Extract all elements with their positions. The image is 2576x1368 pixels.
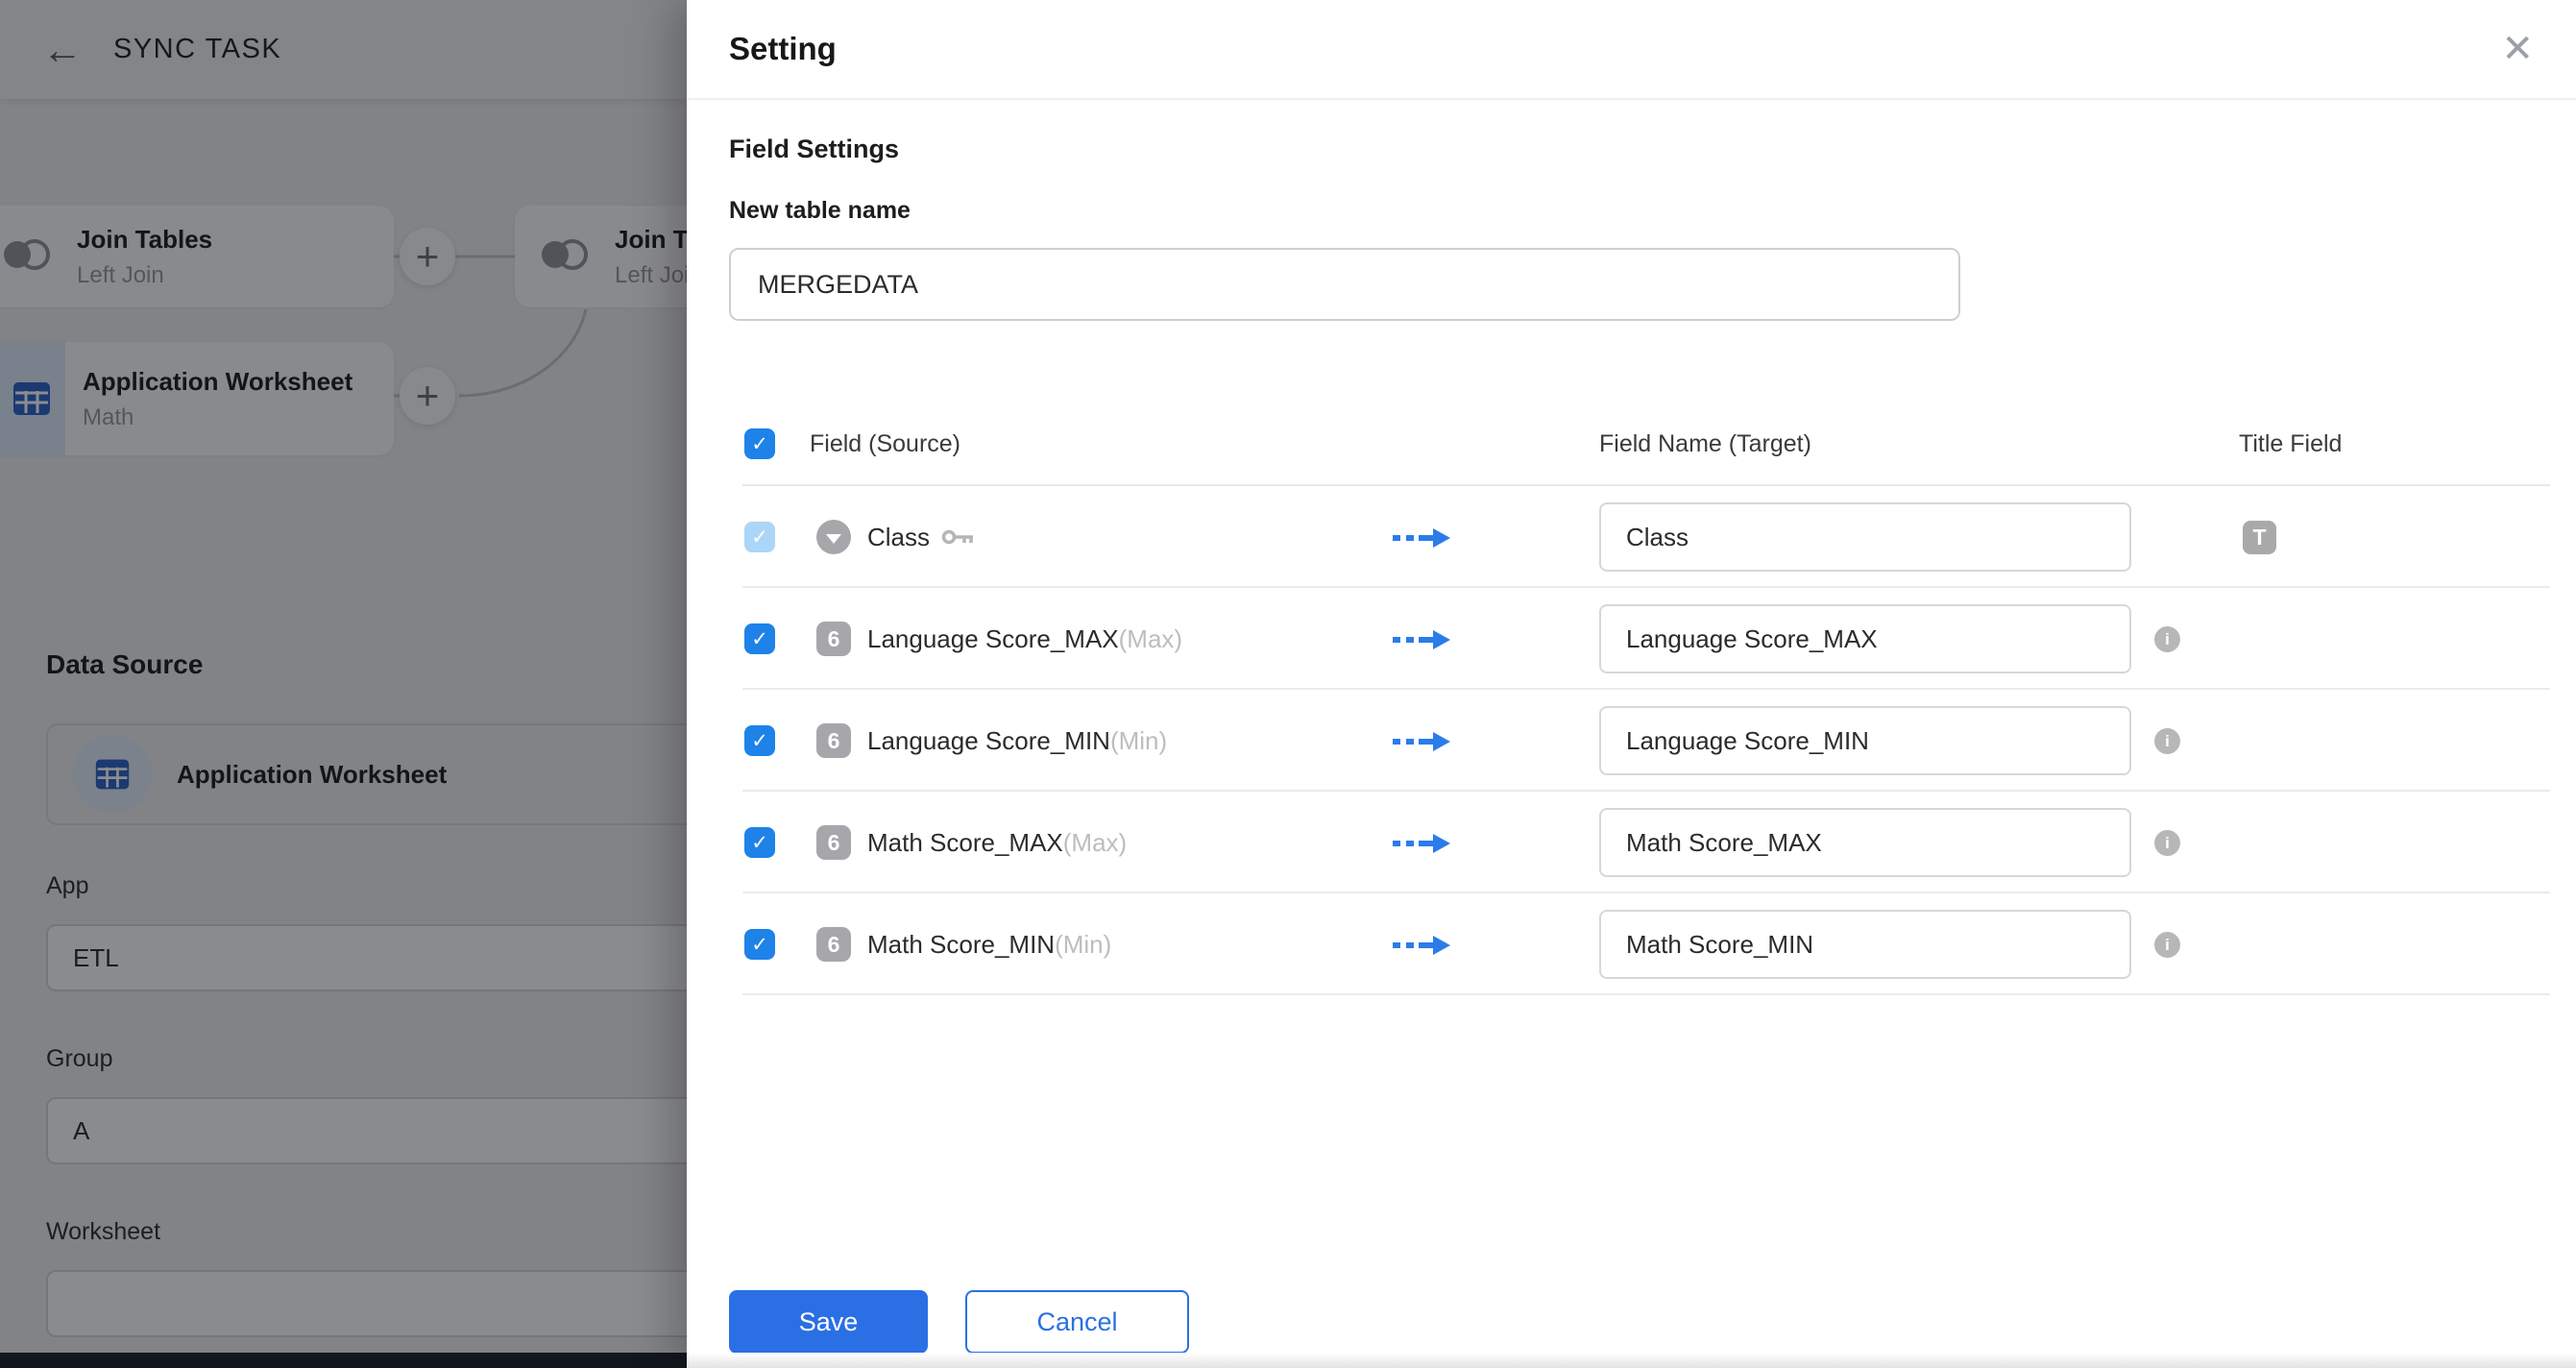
save-button[interactable]: Save	[729, 1290, 928, 1354]
map-arrow-icon	[1393, 525, 1454, 555]
row-checkbox[interactable]: ✓	[744, 827, 775, 858]
map-arrow-icon	[1393, 729, 1454, 759]
map-arrow-icon	[1393, 627, 1454, 657]
panel-title: Setting	[729, 31, 837, 67]
map-arrow-icon	[1393, 831, 1454, 861]
row-checkbox[interactable]: ✓	[744, 623, 775, 654]
close-icon[interactable]: ✕	[2501, 30, 2534, 68]
row-divider	[742, 993, 2550, 995]
info-icon[interactable]: i	[2154, 728, 2180, 754]
check-icon: ✓	[751, 434, 768, 454]
row-checkbox[interactable]: ✓	[744, 929, 775, 960]
row-checkbox-disabled: ✓	[744, 522, 775, 552]
target-field-input[interactable]	[1599, 502, 2131, 572]
map-arrow-icon	[1393, 933, 1454, 963]
field-row-math-score-min: ✓ 6 Math Score_MIN(Min) i	[687, 893, 2576, 995]
check-icon: ✓	[751, 833, 768, 853]
row-checkbox[interactable]: ✓	[744, 725, 775, 756]
key-icon	[941, 525, 976, 549]
field-settings-heading: Field Settings	[729, 134, 899, 164]
number-field-icon: 6	[816, 723, 851, 758]
number-field-icon: 6	[816, 825, 851, 860]
source-field-name: Math Score_MIN(Min)	[867, 893, 1111, 995]
number-field-icon: 6	[816, 622, 851, 656]
setting-panel: Setting ✕ Field Settings New table name …	[687, 0, 2576, 1368]
panel-bottom-fade	[687, 1353, 2576, 1368]
info-icon[interactable]: i	[2154, 830, 2180, 856]
check-icon: ✓	[751, 527, 768, 548]
field-row-class: ✓ Class T	[687, 486, 2576, 588]
field-row-language-score-min: ✓ 6 Language Score_MIN(Min) i	[687, 690, 2576, 792]
select-all-checkbox[interactable]: ✓	[744, 428, 775, 459]
info-icon[interactable]: i	[2154, 626, 2180, 652]
new-table-name-input[interactable]	[729, 248, 1960, 321]
check-icon: ✓	[751, 731, 768, 751]
source-field-name: Math Score_MAX(Max)	[867, 792, 1127, 893]
field-row-math-score-max: ✓ 6 Math Score_MAX(Max) i	[687, 792, 2576, 893]
check-icon: ✓	[751, 629, 768, 649]
target-field-input[interactable]	[1599, 604, 2131, 673]
target-field-input[interactable]	[1599, 706, 2131, 775]
collapse-caret-icon[interactable]	[816, 520, 851, 554]
app-root: ← SYNC TASK Join Tables Left Join	[0, 0, 2576, 1368]
column-header-target: Field Name (Target)	[1599, 430, 1811, 458]
panel-header: Setting ✕	[687, 0, 2576, 100]
number-field-icon: 6	[816, 927, 851, 962]
source-field-name: Language Score_MIN(Min)	[867, 690, 1167, 792]
check-icon: ✓	[751, 935, 768, 955]
column-header-source: Field (Source)	[810, 430, 960, 458]
column-header-title-field: Title Field	[2239, 430, 2342, 458]
target-field-input[interactable]	[1599, 910, 2131, 979]
title-field-badge[interactable]: T	[2243, 521, 2276, 554]
info-icon[interactable]: i	[2154, 932, 2180, 958]
source-field-name: Class	[867, 486, 976, 588]
cancel-button[interactable]: Cancel	[965, 1290, 1189, 1354]
field-row-language-score-max: ✓ 6 Language Score_MAX(Max) i	[687, 588, 2576, 690]
target-field-input[interactable]	[1599, 808, 2131, 877]
caret-down-icon	[826, 534, 841, 544]
source-field-name: Language Score_MAX(Max)	[867, 588, 1182, 690]
new-table-name-label: New table name	[729, 197, 911, 225]
